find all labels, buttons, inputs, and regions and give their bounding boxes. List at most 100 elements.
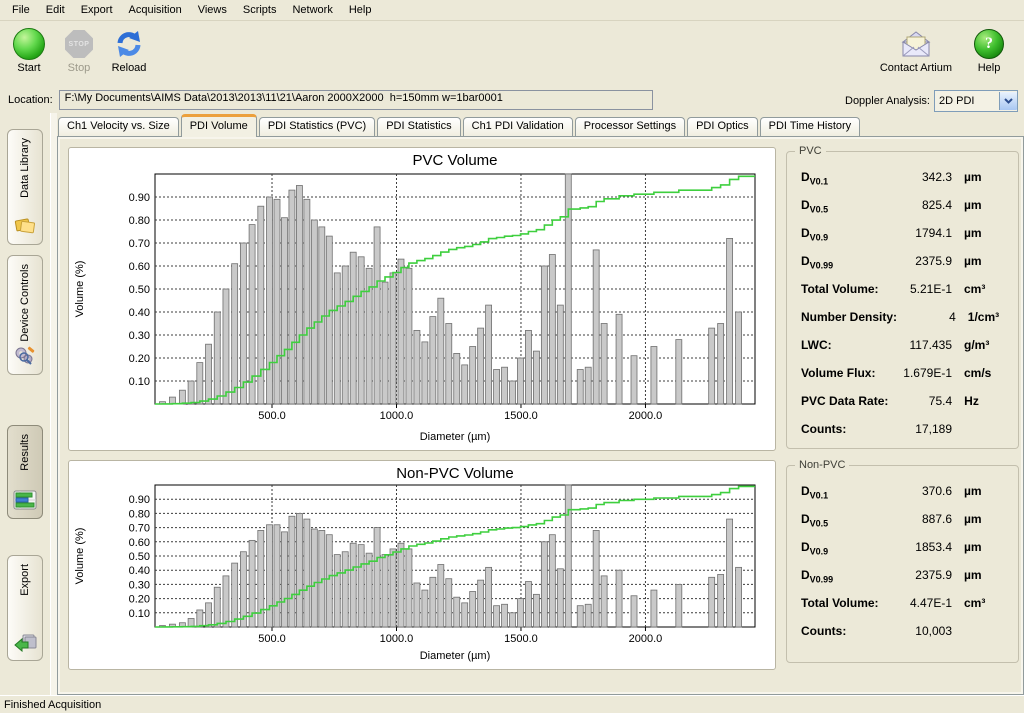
volume-bar bbox=[486, 567, 492, 627]
doppler-analysis-group: Doppler Analysis: 2D PDI bbox=[845, 90, 1018, 112]
x-tick-label: 2000.0 bbox=[629, 410, 663, 422]
doppler-analysis-label: Doppler Analysis: bbox=[845, 95, 930, 107]
y-tick-label: 0.90 bbox=[129, 494, 150, 506]
stat-value: 825.4 bbox=[888, 198, 952, 212]
volume-bar bbox=[304, 199, 310, 404]
sidebar-splitter[interactable] bbox=[50, 113, 57, 695]
non-pvc-volume-chart: Non-PVC Volume0.100.200.300.400.500.600.… bbox=[68, 460, 776, 670]
stat-value: 4 bbox=[897, 310, 956, 324]
volume-bar bbox=[616, 314, 622, 404]
volume-bar bbox=[494, 606, 500, 627]
stat-row: Number Density:41/cm³ bbox=[801, 310, 1010, 338]
tab-bar: Ch1 Velocity vs. SizePDI VolumePDI Stati… bbox=[57, 113, 1024, 136]
menu-item-views[interactable]: Views bbox=[190, 1, 235, 19]
volume-bar bbox=[727, 519, 733, 627]
non-pvc-groupbox-title: Non-PVC bbox=[795, 459, 849, 471]
volume-bar bbox=[422, 342, 428, 404]
tab-pdi-statistics-pvc[interactable]: PDI Statistics (PVC) bbox=[259, 117, 375, 136]
volume-bar bbox=[223, 576, 229, 627]
volume-bar bbox=[676, 584, 682, 627]
main-area: Data Library Device Controls Results Export… bbox=[0, 113, 1024, 695]
volume-bar bbox=[502, 604, 508, 627]
combo-dropdown-button[interactable] bbox=[999, 92, 1017, 110]
x-axis-title: Diameter (µm) bbox=[420, 650, 491, 662]
volume-bar bbox=[414, 583, 420, 627]
menu-item-help[interactable]: Help bbox=[341, 1, 380, 19]
sidebar-item-label: Export bbox=[19, 564, 31, 596]
volume-bar bbox=[334, 555, 340, 627]
sidebar-item-results[interactable]: Results bbox=[7, 425, 43, 519]
volume-bar bbox=[470, 592, 476, 628]
volume-bar bbox=[223, 289, 229, 404]
toolbar-left-group: Start STOP Stop Reload bbox=[8, 27, 150, 74]
volume-bar bbox=[374, 528, 380, 627]
tab-pdi-volume[interactable]: PDI Volume bbox=[181, 114, 257, 137]
volume-bar bbox=[446, 324, 452, 405]
volume-bar bbox=[533, 351, 539, 404]
volume-bar bbox=[406, 268, 412, 404]
menu-item-edit[interactable]: Edit bbox=[38, 1, 73, 19]
stat-row: Total Volume:4.47E-1cm³ bbox=[801, 596, 1010, 624]
volume-bar bbox=[289, 516, 295, 627]
stat-label: Number Density: bbox=[801, 310, 897, 324]
tab-pdi-statistics[interactable]: PDI Statistics bbox=[377, 117, 460, 136]
stats-column: PVC DV0.1342.3µmDV0.5825.4µmDV0.91794.1µ… bbox=[786, 143, 1019, 686]
stat-row: Counts:10,003 bbox=[801, 624, 1010, 652]
stat-row: DV0.1342.3µm bbox=[801, 170, 1010, 198]
volume-bar bbox=[358, 545, 364, 627]
tab-pdi-time-history[interactable]: PDI Time History bbox=[760, 117, 861, 136]
start-button[interactable]: Start bbox=[8, 27, 50, 74]
location-field[interactable]: F:\My Documents\AIMS Data\2013\2013\11\2… bbox=[59, 90, 653, 110]
volume-bar bbox=[517, 358, 523, 404]
sidebar-item-export[interactable]: Export bbox=[7, 555, 43, 661]
tab-pdi-optics[interactable]: PDI Optics bbox=[687, 117, 758, 136]
stat-row: DV0.91794.1µm bbox=[801, 226, 1010, 254]
menu-item-scripts[interactable]: Scripts bbox=[235, 1, 285, 19]
x-tick-label: 500.0 bbox=[258, 633, 286, 645]
help-button[interactable]: ? Help bbox=[968, 27, 1010, 74]
tab-ch1-pdi-validation[interactable]: Ch1 PDI Validation bbox=[463, 117, 573, 136]
tab-ch1-velocity-vs-size[interactable]: Ch1 Velocity vs. Size bbox=[58, 117, 179, 136]
reload-button[interactable]: Reload bbox=[108, 27, 150, 74]
stat-row: Volume Flux:1.679E-1cm/s bbox=[801, 366, 1010, 394]
volume-bar bbox=[446, 579, 452, 627]
x-tick-label: 1500.0 bbox=[504, 633, 538, 645]
volume-bar bbox=[462, 365, 468, 404]
volume-bar bbox=[390, 273, 396, 404]
y-tick-label: 0.70 bbox=[129, 238, 150, 250]
volume-bar bbox=[274, 199, 280, 404]
contact-artium-button[interactable]: Contact Artium bbox=[880, 27, 952, 74]
volume-bar bbox=[585, 367, 591, 404]
y-tick-label: 0.20 bbox=[129, 594, 150, 606]
volume-bar bbox=[296, 186, 302, 405]
stat-row: LWC:117.435g/m³ bbox=[801, 338, 1010, 366]
volume-bar bbox=[374, 227, 380, 404]
y-tick-label: 0.90 bbox=[129, 192, 150, 204]
menu-item-network[interactable]: Network bbox=[284, 1, 340, 19]
sidebar-item-data-library[interactable]: Data Library bbox=[7, 129, 43, 245]
results-chart-icon bbox=[13, 490, 37, 513]
menu-item-acquisition[interactable]: Acquisition bbox=[121, 1, 190, 19]
doppler-analysis-select[interactable]: 2D PDI bbox=[934, 90, 1018, 112]
volume-bar bbox=[486, 305, 492, 404]
volume-bar bbox=[214, 587, 220, 627]
x-tick-label: 500.0 bbox=[258, 410, 286, 422]
stat-value: 1.679E-1 bbox=[888, 366, 952, 380]
volume-bar bbox=[422, 590, 428, 627]
tab-processor-settings[interactable]: Processor Settings bbox=[575, 117, 685, 136]
volume-bar bbox=[342, 552, 348, 627]
charts-column: PVC Volume0.100.200.300.400.500.600.700.… bbox=[68, 143, 776, 686]
sidebar: Data Library Device Controls Results Export bbox=[0, 113, 50, 695]
volume-bar bbox=[197, 363, 203, 404]
volume-bar bbox=[494, 370, 500, 405]
volume-bar bbox=[430, 577, 436, 627]
menu-item-export[interactable]: Export bbox=[73, 1, 121, 19]
volume-bar bbox=[585, 604, 591, 627]
stop-button[interactable]: STOP Stop bbox=[58, 27, 100, 74]
stop-icon: STOP bbox=[65, 27, 93, 61]
sidebar-item-device-controls[interactable]: Device Controls bbox=[7, 255, 43, 375]
stat-value: 4.47E-1 bbox=[888, 596, 952, 610]
folders-icon bbox=[13, 216, 37, 239]
menu-item-file[interactable]: File bbox=[4, 1, 38, 19]
stat-row: DV0.992375.9µm bbox=[801, 568, 1010, 596]
